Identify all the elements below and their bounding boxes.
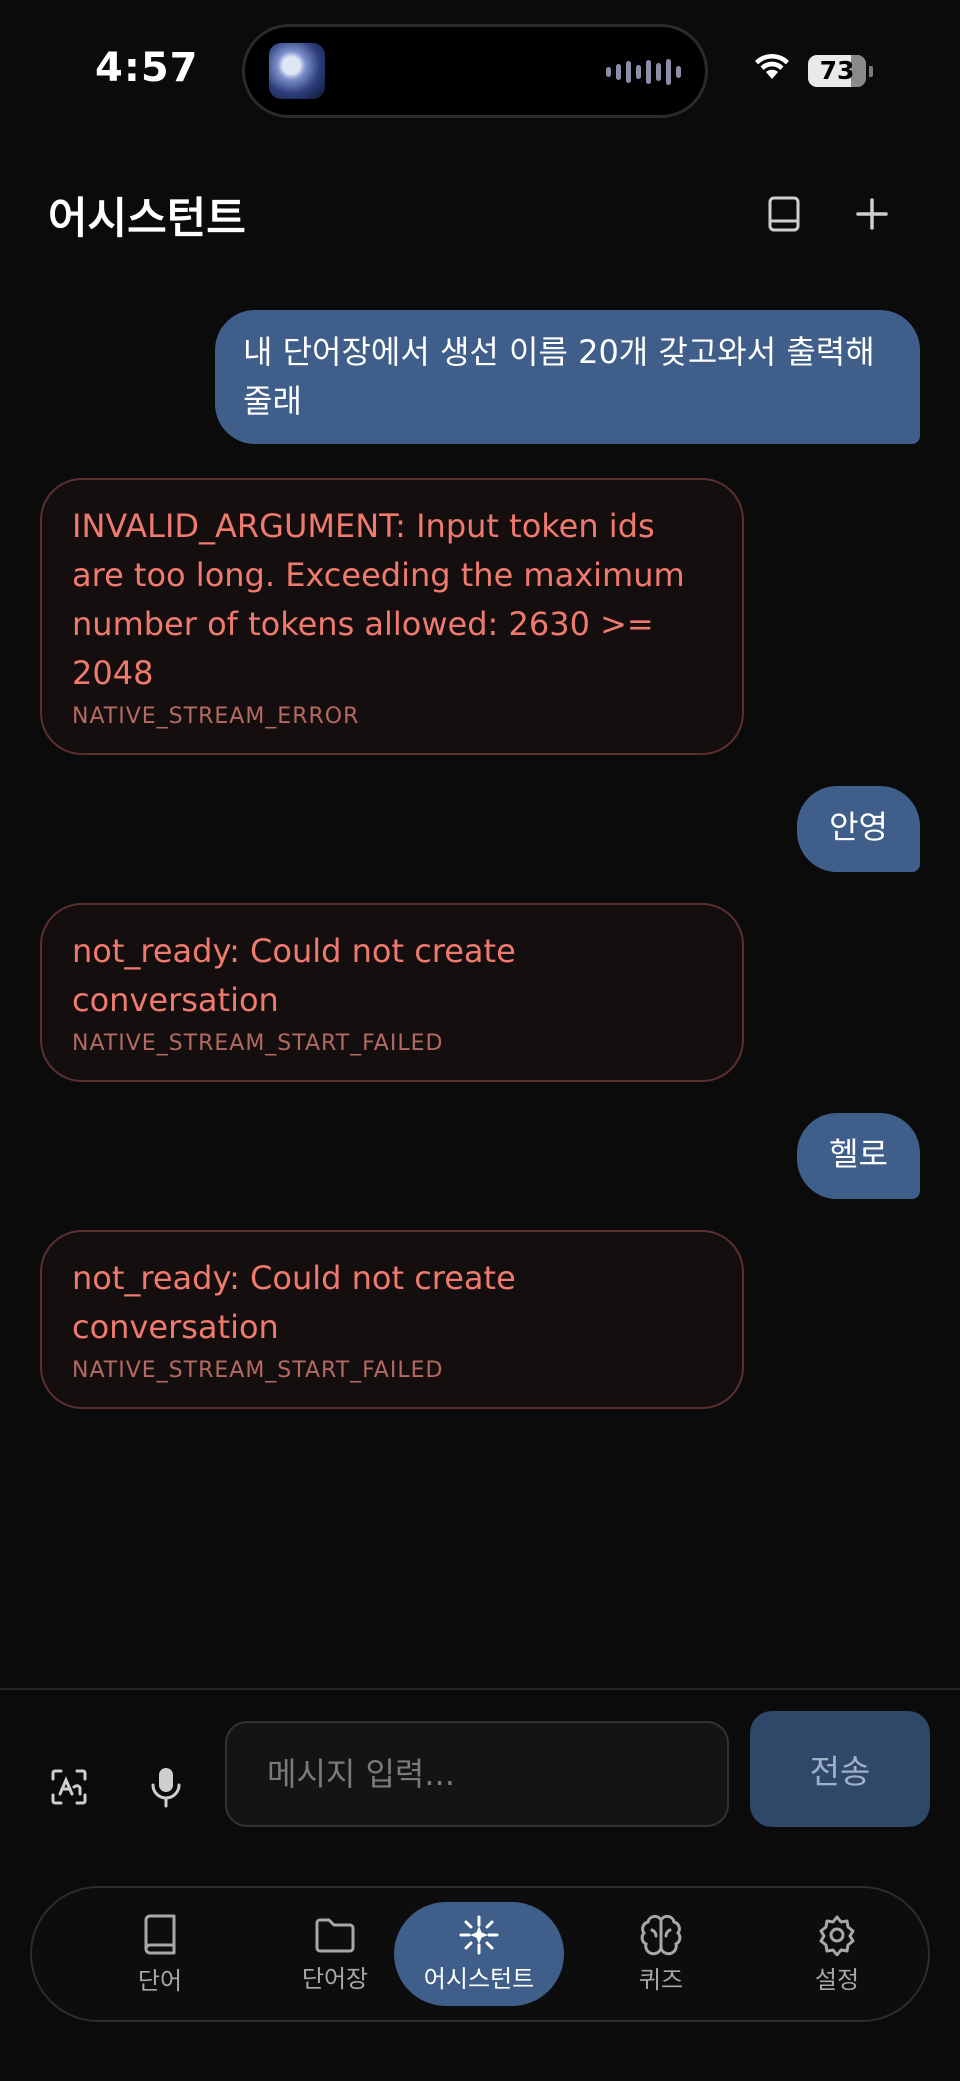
now-playing-artwork [269, 43, 325, 99]
nav-item-quiz[interactable]: 퀴즈 [576, 1902, 746, 2006]
user-message: 헬로 [797, 1113, 920, 1199]
page-title: 어시스턴트 [48, 194, 246, 244]
error-code: NATIVE_STREAM_START_FAILED [72, 1358, 444, 1383]
battery-level: 73 [819, 56, 855, 85]
nav-item-settings[interactable]: 설정 [752, 1902, 922, 2006]
user-message: 안영 [797, 786, 920, 872]
message-input[interactable] [225, 1721, 729, 1827]
scan-text-icon [51, 1769, 87, 1805]
audio-wave-icon [606, 57, 681, 87]
error-text: INVALID_ARGUMENT: Input token ids are to… [72, 507, 685, 692]
mic-button[interactable] [136, 1757, 196, 1817]
book-icon [768, 196, 800, 232]
battery-indicator: 73 [808, 55, 873, 87]
gear-icon [819, 1915, 855, 1956]
error-message: not_ready: Could not create conversation… [40, 903, 744, 1082]
nav-item-words[interactable]: 단어 [75, 1902, 245, 2006]
send-button[interactable]: 전송 [750, 1711, 930, 1827]
error-code: NATIVE_STREAM_START_FAILED [72, 1031, 444, 1056]
wifi-icon [752, 52, 792, 86]
nav-item-assistant[interactable]: 어시스턴트 [394, 1902, 564, 2006]
error-message: INVALID_ARGUMENT: Input token ids are to… [40, 478, 744, 755]
new-chat-button[interactable] [846, 188, 898, 240]
error-text: not_ready: Could not create conversation [72, 1259, 516, 1346]
book-button[interactable] [758, 188, 810, 240]
book-icon [144, 1914, 176, 1954]
scan-button[interactable] [39, 1757, 99, 1817]
dynamic-island[interactable] [242, 24, 708, 118]
microphone-icon [151, 1768, 181, 1808]
user-message: 내 단어장에서 생선 이름 20개 갖고와서 출력해 줄래 [215, 310, 920, 444]
plus-icon [856, 198, 888, 230]
brain-icon [640, 1914, 682, 1955]
sparkle-icon [459, 1915, 499, 1954]
status-time: 4:57 [95, 45, 199, 91]
bottom-nav: 단어 단어장 어시스턴트 퀴즈 설정 [30, 1886, 930, 2022]
error-message: not_ready: Could not create conversation… [40, 1230, 744, 1409]
error-code: NATIVE_STREAM_ERROR [72, 704, 360, 729]
composer-divider [0, 1688, 960, 1690]
error-text: not_ready: Could not create conversation [72, 932, 516, 1019]
folder-icon [315, 1918, 355, 1952]
